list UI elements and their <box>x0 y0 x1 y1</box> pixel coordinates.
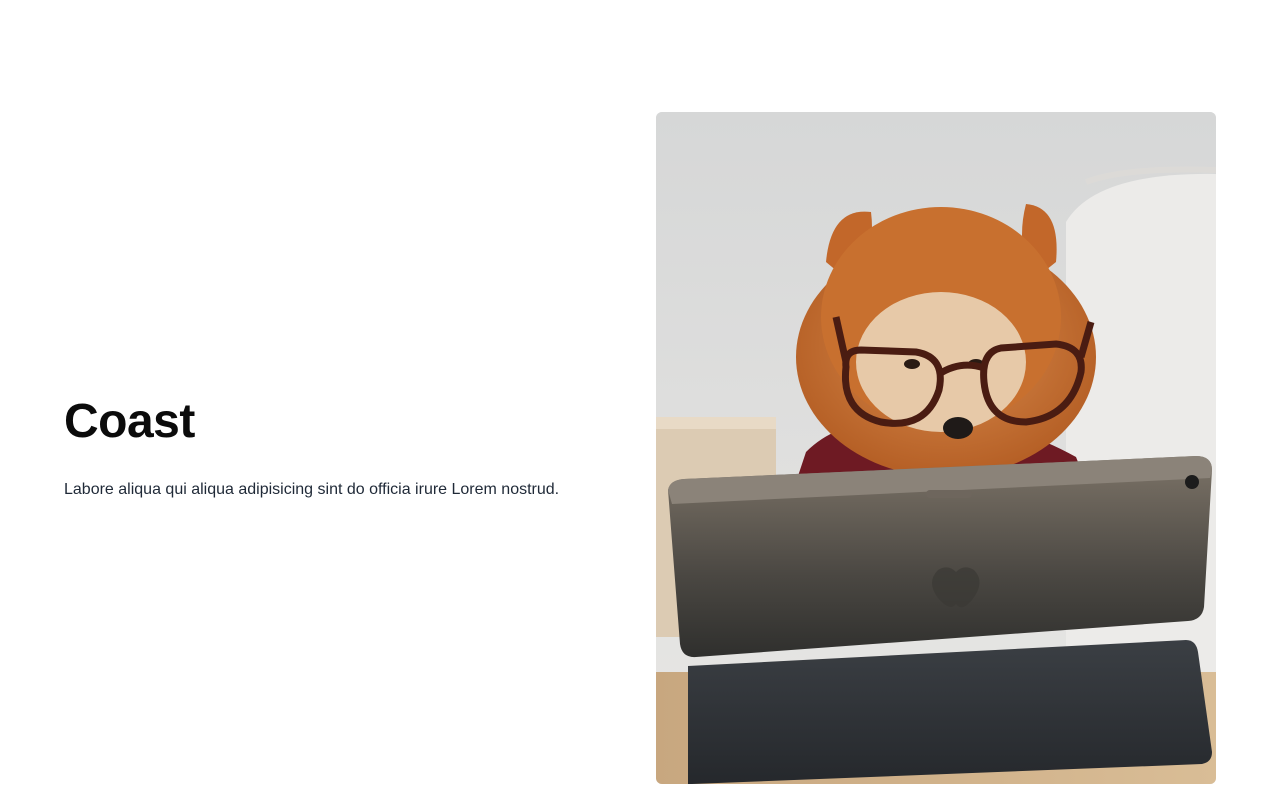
dog-tablet-photo <box>656 112 1216 784</box>
page: Coast Labore aliqua qui aliqua adipisici… <box>0 0 1280 800</box>
section-description: Labore aliqua qui aliqua adipisicing sin… <box>64 481 560 498</box>
content-column: Coast Labore aliqua qui aliqua adipisici… <box>64 392 624 502</box>
hero-image <box>656 112 1216 784</box>
section-title: Coast <box>64 395 195 448</box>
